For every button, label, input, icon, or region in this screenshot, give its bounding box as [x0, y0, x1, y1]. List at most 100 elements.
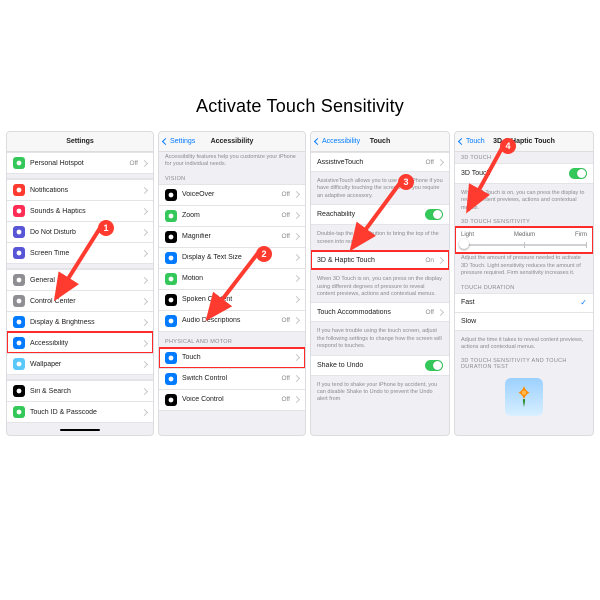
chevron-right-icon: [141, 228, 148, 235]
settings-row[interactable]: MagnifierOff: [159, 226, 305, 247]
row-value: Off: [281, 233, 290, 240]
app-icon: [165, 394, 177, 406]
settings-row[interactable]: Screen Time: [7, 242, 153, 263]
back-button[interactable]: Touch: [459, 132, 485, 151]
row-value: Off: [425, 159, 434, 166]
chevron-right-icon: [293, 296, 300, 303]
app-icon: [13, 358, 25, 370]
vision-list: VoiceOverOffZoomOffMagnifierOffDisplay &…: [159, 184, 305, 332]
row-value: Off: [425, 309, 434, 316]
chevron-left-icon: [314, 138, 321, 145]
row-duration-slow[interactable]: Slow: [455, 312, 593, 330]
app-icon: [165, 231, 177, 243]
settings-row[interactable]: VoiceOverOff: [159, 185, 305, 205]
row-label: Audio Descriptions: [182, 317, 277, 324]
header-title: Settings: [66, 138, 94, 145]
row-touch-accommodations[interactable]: Touch Accommodations Off: [311, 303, 449, 321]
settings-row[interactable]: Display & Text Size: [159, 247, 305, 268]
chevron-right-icon: [293, 354, 300, 361]
motor-list: TouchSwitch ControlOffVoice ControlOff: [159, 347, 305, 411]
row-assistivetouch[interactable]: AssistiveTouch Off: [311, 153, 449, 171]
row-duration-fast[interactable]: Fast ✓: [455, 294, 593, 312]
settings-row[interactable]: Touch: [159, 348, 305, 368]
settings-row[interactable]: Wallpaper: [7, 353, 153, 374]
row-value: Off: [281, 212, 290, 219]
row-label: Shake to Undo: [317, 362, 421, 369]
test-image[interactable]: [505, 378, 543, 416]
settings-row[interactable]: General: [7, 269, 153, 290]
settings-row[interactable]: Do Not Disturb: [7, 221, 153, 242]
back-label: Settings: [170, 138, 195, 145]
sensitivity-slider[interactable]: Light Medium Firm: [455, 227, 593, 253]
row-shake-to-undo[interactable]: Shake to Undo: [311, 356, 449, 375]
settings-row[interactable]: Motion: [159, 268, 305, 289]
settings-row[interactable]: Voice ControlOff: [159, 389, 305, 410]
app-icon: [13, 247, 25, 259]
3d-group: 3D Touch: [455, 163, 593, 184]
row-3d-touch[interactable]: 3D Touch: [455, 164, 593, 183]
settings-row[interactable]: Sounds & Haptics: [7, 200, 153, 221]
reach-note: Double-tap the home button to bring the …: [311, 229, 449, 250]
header-accessibility: Settings Accessibility: [159, 132, 305, 152]
toggle-reachability[interactable]: [425, 209, 443, 220]
shake-group: Shake to Undo: [311, 355, 449, 376]
panel-touch: Accessibility Touch AssistiveTouch Off A…: [310, 131, 450, 436]
settings-row[interactable]: Accessibility: [7, 332, 153, 353]
settings-row[interactable]: Notifications: [7, 179, 153, 200]
back-button[interactable]: Settings: [163, 132, 195, 151]
row-label: AssistiveTouch: [317, 159, 421, 166]
row-label: Touch ID & Passcode: [30, 409, 138, 416]
app-icon: [165, 210, 177, 222]
settings-row[interactable]: Control Center: [7, 290, 153, 311]
app-icon: [165, 189, 177, 201]
chevron-right-icon: [141, 408, 148, 415]
app-icon: [13, 205, 25, 217]
section-vision: Vision: [159, 173, 305, 184]
row-label: Screen Time: [30, 250, 138, 257]
back-button[interactable]: Accessibility: [315, 132, 360, 151]
row-label: Display & Text Size: [182, 254, 290, 261]
header-title: Accessibility: [211, 138, 254, 145]
toggle-3d-touch[interactable]: [569, 168, 587, 179]
panel-3d-haptic: Touch 3D & Haptic Touch 3D Touch 3D Touc…: [454, 131, 594, 436]
chevron-left-icon: [458, 138, 465, 145]
row-value: On: [425, 257, 434, 264]
slider-knob[interactable]: [459, 239, 469, 249]
settings-row[interactable]: Personal HotspotOff: [7, 153, 153, 173]
slider-label-light: Light: [461, 232, 474, 238]
row-label: VoiceOver: [182, 191, 277, 198]
chevron-right-icon: [293, 317, 300, 324]
chevron-right-icon: [293, 396, 300, 403]
acc-note: If you have trouble using the touch scre…: [311, 326, 449, 354]
settings-row[interactable]: Spoken Content: [159, 289, 305, 310]
section-test: 3D Touch Sensitivity and Touch Duration …: [455, 355, 593, 372]
app-icon: [13, 295, 25, 307]
duration-group: Fast ✓ Slow: [455, 293, 593, 331]
row-label: Display & Brightness: [30, 319, 138, 326]
settings-row[interactable]: Touch ID & Passcode: [7, 401, 153, 422]
slider-label-firm: Firm: [575, 232, 587, 238]
assistive-group: AssistiveTouch Off: [311, 152, 449, 172]
page-title: Activate Touch Sensitivity: [0, 0, 600, 131]
row-label: Fast: [461, 299, 576, 306]
row-3d-haptic-touch[interactable]: 3D & Haptic Touch On: [311, 251, 449, 269]
chevron-right-icon: [141, 186, 148, 193]
settings-row[interactable]: Audio DescriptionsOff: [159, 310, 305, 331]
settings-row[interactable]: Switch ControlOff: [159, 368, 305, 389]
app-icon: [13, 226, 25, 238]
settings-row[interactable]: Siri & Search: [7, 380, 153, 401]
app-icon: [13, 274, 25, 286]
row-reachability[interactable]: Reachability: [311, 205, 449, 224]
settings-row[interactable]: ZoomOff: [159, 205, 305, 226]
settings-row[interactable]: Display & Brightness: [7, 311, 153, 332]
chevron-right-icon: [293, 254, 300, 261]
check-icon: ✓: [580, 298, 587, 307]
chevron-right-icon: [293, 191, 300, 198]
row-label: General: [30, 277, 138, 284]
settings-list: Personal HotspotOff NotificationsSounds &…: [7, 152, 153, 423]
row-value: Off: [281, 375, 290, 382]
chevron-right-icon: [293, 233, 300, 240]
section-motor: Physical and Motor: [159, 336, 305, 347]
toggle-shake[interactable]: [425, 360, 443, 371]
chevron-right-icon: [141, 387, 148, 394]
